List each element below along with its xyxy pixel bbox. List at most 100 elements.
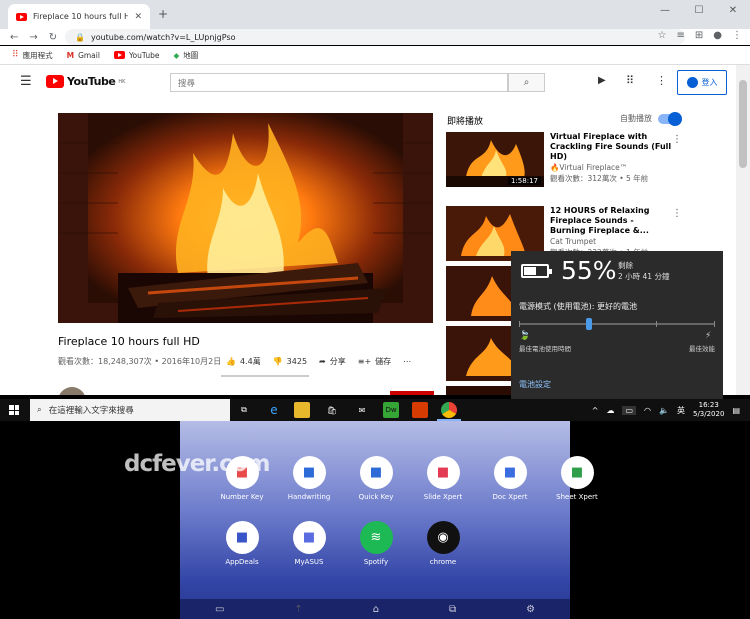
bookmark-apps[interactable]: ⠿ 應用程式: [12, 50, 53, 61]
power-mode-slider-thumb[interactable]: [586, 318, 592, 330]
back-icon[interactable]: ←: [10, 32, 18, 43]
bookmarks-bar: ⠿ 應用程式 M Gmail YouTube ◆ 地圖: [0, 46, 750, 65]
address-bar[interactable]: 🔒 youtube.com/watch?v=L_LUpnjgPso: [65, 29, 685, 45]
bookmark-maps[interactable]: ◆ 地圖: [173, 50, 198, 61]
app-launcher-item[interactable]: ■ Quick Key: [346, 456, 406, 501]
more-actions-icon[interactable]: ⋯: [403, 357, 411, 366]
display-icon[interactable]: ▭: [215, 604, 224, 615]
close-window-icon[interactable]: ✕: [716, 5, 750, 16]
edge-icon[interactable]: e: [266, 402, 282, 418]
video-player[interactable]: [58, 113, 433, 323]
app-launcher-item[interactable]: ■ AppDeals: [212, 521, 272, 566]
search-input[interactable]: 搜尋: [170, 73, 508, 92]
task-view-icon[interactable]: ⧉: [236, 402, 252, 418]
youtube-icon: [113, 51, 125, 59]
search-icon: ⌕: [37, 405, 42, 415]
file-explorer-icon[interactable]: [294, 402, 310, 418]
windows-start-icon[interactable]: [9, 405, 19, 415]
onedrive-icon[interactable]: ☁: [606, 406, 614, 415]
recommended-menu-icon[interactable]: ⋮: [672, 134, 682, 145]
app-launcher-item[interactable]: ■ Handwriting: [279, 456, 339, 501]
battery-settings-link[interactable]: 電池設定: [519, 379, 551, 390]
power-mode-label: 電源模式 (使用電池): 更好的電池: [519, 302, 638, 311]
launcher-icon[interactable]: ⇡: [294, 604, 302, 615]
save-button[interactable]: ≡+ 儲存: [358, 356, 391, 367]
page-scrollbar[interactable]: [736, 65, 750, 395]
settings-icon[interactable]: ⚙: [526, 604, 535, 615]
chrome-taskbar-icon[interactable]: [441, 402, 457, 418]
battery-icon[interactable]: ▭: [622, 405, 637, 415]
office-icon[interactable]: [412, 402, 428, 418]
battery-level-icon: [521, 264, 552, 278]
scrollbar-thumb[interactable]: [739, 80, 747, 168]
youtube-logo[interactable]: YouTube HK: [46, 75, 125, 88]
new-tab-icon[interactable]: +: [158, 7, 168, 21]
bookmark-gmail[interactable]: M Gmail: [67, 51, 100, 60]
search-icon: ⌕: [523, 77, 530, 88]
video-title: Fireplace 10 hours full HD: [58, 335, 200, 348]
app-launcher-item[interactable]: ■ Slide Xpert: [413, 456, 473, 501]
app-launcher-item[interactable]: ■ Doc Xpert: [480, 456, 540, 501]
chrome-icon: ◉: [426, 521, 460, 554]
create-video-icon[interactable]: ▶: [598, 75, 606, 86]
like-button[interactable]: 👍 4.4萬: [226, 356, 261, 367]
reload-icon[interactable]: ↻: [49, 32, 57, 43]
app-launcher-item[interactable]: ■ MyASUS: [279, 521, 339, 566]
bookmark-star-icon[interactable]: ☆: [658, 30, 667, 41]
menu-icon[interactable]: ⋮: [732, 30, 742, 41]
mail-icon[interactable]: ✉: [354, 402, 370, 418]
autoplay-toggle[interactable]: [658, 111, 682, 126]
app-label: Doc Xpert: [492, 493, 528, 501]
apps-icon[interactable]: ⠿: [626, 74, 634, 87]
battery-fill: [524, 267, 537, 275]
browser-tab[interactable]: Fireplace 10 hours full HD ✕: [8, 4, 150, 29]
lock-icon: 🔒: [75, 32, 85, 42]
wifi-icon[interactable]: ◠: [644, 406, 651, 415]
volume-icon[interactable]: 🔈: [659, 406, 669, 415]
search-button[interactable]: ⌕: [508, 73, 545, 92]
dreamweaver-icon[interactable]: Dw: [383, 402, 399, 418]
ime-indicator[interactable]: 英: [677, 405, 685, 416]
maximize-icon[interactable]: ☐: [682, 5, 716, 16]
home-icon[interactable]: ⌂: [373, 604, 379, 615]
performance-icon: ⚡: [705, 331, 712, 341]
tray-expand-icon[interactable]: ^: [592, 406, 599, 415]
thumbs-down-icon: 👎: [272, 357, 283, 366]
app-launcher-item[interactable]: ◉ chrome: [413, 521, 473, 566]
recommended-title: Virtual Fireplace with Crackling Fire So…: [550, 132, 672, 161]
recommended-menu-icon[interactable]: ⋮: [672, 208, 682, 219]
recommended-title: 12 HOURS of Relaxing Fireplace Sounds - …: [550, 206, 650, 235]
screenxpert-navbar: ▭ ⇡ ⌂ ⧉ ⚙: [180, 599, 570, 619]
extension-icon[interactable]: ⊞: [695, 30, 703, 41]
power-mode-slider[interactable]: [519, 318, 715, 330]
settings-menu-icon[interactable]: ⋮: [656, 74, 667, 87]
share-button[interactable]: ➦ 分享: [319, 356, 346, 367]
dislike-button[interactable]: 👎 3425: [273, 357, 307, 366]
switch-window-icon[interactable]: ⧉: [449, 604, 456, 615]
handwriting-icon: ■: [292, 456, 326, 489]
appdeals-icon: ■: [225, 521, 259, 554]
tab-title: Fireplace 10 hours full HD: [33, 12, 129, 21]
url-text: youtube.com/watch?v=L_LUpnjgPso: [90, 32, 236, 42]
thumbs-up-icon: 👍: [226, 357, 236, 366]
playlist-icon[interactable]: ≡: [676, 30, 684, 41]
minimize-icon[interactable]: —: [648, 5, 682, 16]
clock[interactable]: 16:23 5/3/2020: [693, 401, 724, 419]
close-tab-icon[interactable]: ✕: [134, 12, 142, 22]
recommended-video[interactable]: 1:58:17 Virtual Fireplace with Crackling…: [446, 132, 736, 190]
channel-avatar[interactable]: [58, 387, 86, 395]
subscribe-button[interactable]: [390, 391, 434, 395]
store-icon[interactable]: 🛍: [324, 402, 340, 418]
app-launcher-item[interactable]: ≋ Spotify: [346, 521, 406, 566]
battery-life-label: 最佳電池使用時間: [519, 345, 571, 353]
forward-icon[interactable]: →: [29, 32, 37, 43]
signin-button[interactable]: 登入: [677, 70, 727, 95]
bookmark-youtube[interactable]: YouTube: [113, 51, 159, 60]
taskbar-search-input[interactable]: ⌕ 在這裡輸入文字來搜尋: [30, 399, 230, 421]
notifications-icon[interactable]: ▤: [732, 406, 740, 415]
hamburger-menu-icon[interactable]: ☰: [20, 74, 32, 89]
app-launcher-item[interactable]: ■ Sheet Xpert: [547, 456, 607, 501]
profile-icon[interactable]: ●: [713, 30, 722, 41]
sheet-xpert-icon: ■: [560, 456, 594, 489]
recommended-channel: Cat Trumpet: [550, 237, 597, 246]
